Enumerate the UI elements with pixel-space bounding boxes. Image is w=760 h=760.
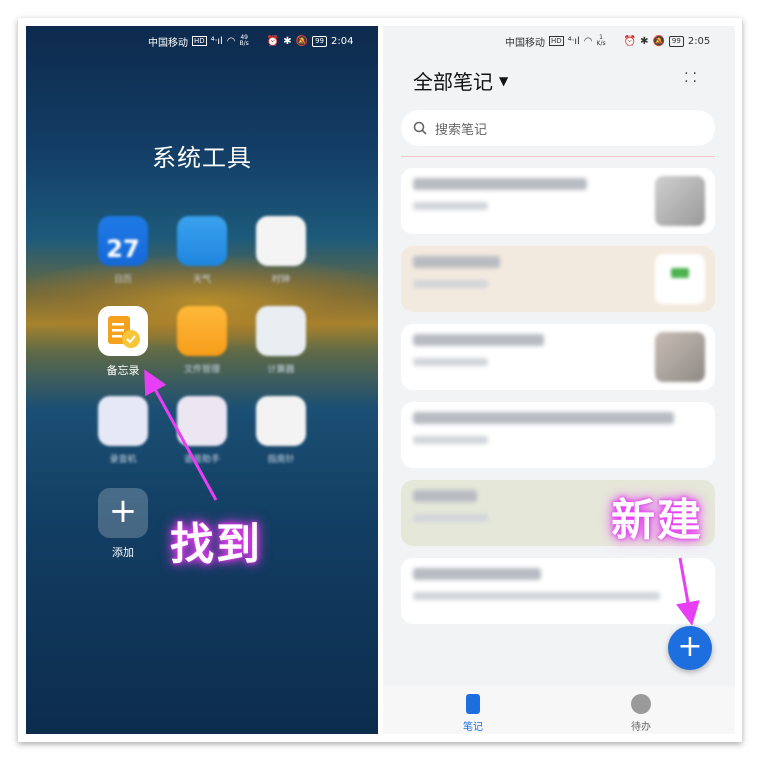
arrow-to-notes-app: [144, 369, 218, 501]
arrow-to-new-button: [676, 557, 700, 626]
annotation-arrows: [144, 369, 700, 626]
